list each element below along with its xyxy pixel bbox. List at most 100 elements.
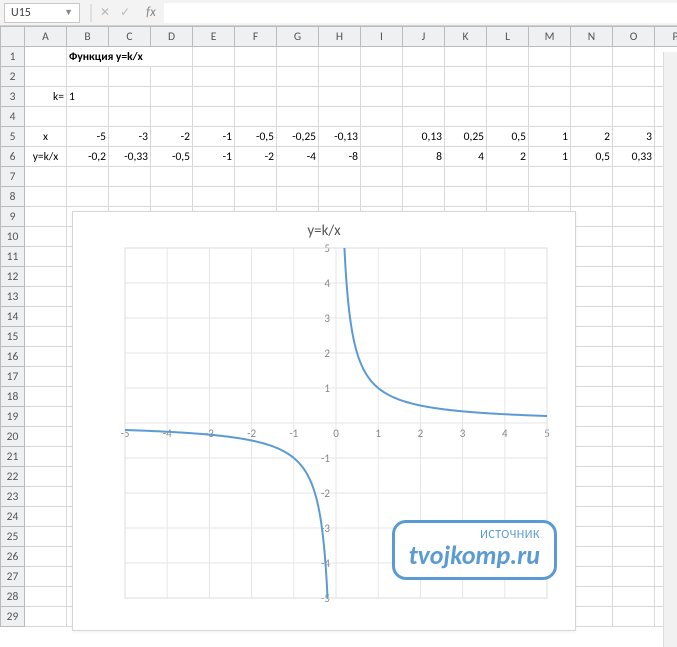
- cell[interactable]: [529, 167, 571, 187]
- cancel-icon[interactable]: ✕: [100, 5, 110, 20]
- cell[interactable]: [277, 87, 319, 107]
- cell[interactable]: [319, 187, 361, 207]
- cell[interactable]: [571, 187, 613, 207]
- cell[interactable]: [25, 247, 67, 267]
- cell[interactable]: [361, 67, 403, 87]
- cell[interactable]: 0,5: [487, 127, 529, 147]
- name-box[interactable]: U15 ▼: [4, 3, 80, 23]
- cell[interactable]: [613, 427, 655, 447]
- cell[interactable]: [25, 447, 67, 467]
- cell[interactable]: [25, 167, 67, 187]
- row-header[interactable]: 23: [1, 487, 25, 507]
- row-header[interactable]: 8: [1, 187, 25, 207]
- row-header[interactable]: 6: [1, 147, 25, 167]
- cell[interactable]: -1: [193, 127, 235, 147]
- row-header[interactable]: 12: [1, 267, 25, 287]
- cell[interactable]: [319, 87, 361, 107]
- cell[interactable]: [613, 407, 655, 427]
- cell[interactable]: [361, 87, 403, 107]
- cell[interactable]: -2: [151, 127, 193, 147]
- cell[interactable]: -1: [193, 147, 235, 167]
- fx-icon[interactable]: fx: [146, 5, 156, 20]
- cell[interactable]: [487, 187, 529, 207]
- col-header[interactable]: B: [67, 27, 109, 47]
- cell[interactable]: [571, 367, 613, 387]
- cell[interactable]: [571, 47, 613, 67]
- cell[interactable]: [571, 107, 613, 127]
- cell[interactable]: [613, 547, 655, 567]
- cell[interactable]: [151, 107, 193, 127]
- cell[interactable]: [487, 87, 529, 107]
- cell[interactable]: [571, 207, 613, 227]
- cell[interactable]: [109, 107, 151, 127]
- row-header[interactable]: 28: [1, 587, 25, 607]
- cell[interactable]: [361, 147, 403, 167]
- cell[interactable]: [67, 107, 109, 127]
- cell[interactable]: [529, 67, 571, 87]
- cell[interactable]: [235, 67, 277, 87]
- cell[interactable]: [25, 207, 67, 227]
- cell[interactable]: [361, 107, 403, 127]
- cell[interactable]: [613, 187, 655, 207]
- cell[interactable]: [25, 567, 67, 587]
- row-header[interactable]: 17: [1, 367, 25, 387]
- cell[interactable]: 3: [613, 127, 655, 147]
- cell[interactable]: [403, 67, 445, 87]
- cell[interactable]: [613, 467, 655, 487]
- cell[interactable]: [571, 87, 613, 107]
- col-header[interactable]: H: [319, 27, 361, 47]
- row-header[interactable]: 4: [1, 107, 25, 127]
- cell[interactable]: [571, 587, 613, 607]
- col-header[interactable]: J: [403, 27, 445, 47]
- cell[interactable]: [571, 407, 613, 427]
- cell[interactable]: [25, 587, 67, 607]
- cell[interactable]: 0,25: [445, 127, 487, 147]
- col-header[interactable]: A: [25, 27, 67, 47]
- cell[interactable]: [235, 87, 277, 107]
- cell[interactable]: [109, 167, 151, 187]
- row-header[interactable]: 25: [1, 527, 25, 547]
- cell[interactable]: [193, 87, 235, 107]
- cell[interactable]: 1: [529, 147, 571, 167]
- cell[interactable]: [571, 427, 613, 447]
- cell[interactable]: [151, 187, 193, 207]
- row-header[interactable]: 19: [1, 407, 25, 427]
- row-header[interactable]: 29: [1, 607, 25, 627]
- cell[interactable]: [571, 247, 613, 267]
- cell[interactable]: [25, 47, 67, 67]
- col-header[interactable]: M: [529, 27, 571, 47]
- cell[interactable]: [109, 87, 151, 107]
- cell[interactable]: [277, 167, 319, 187]
- cell[interactable]: [613, 327, 655, 347]
- worksheet[interactable]: A B C D E F G H I J K L M N O P 1Функция…: [0, 26, 677, 647]
- cell[interactable]: -8: [319, 147, 361, 167]
- cell[interactable]: [319, 47, 361, 67]
- cell[interactable]: y=k/x: [25, 147, 67, 167]
- cell[interactable]: [571, 487, 613, 507]
- row-header[interactable]: 7: [1, 167, 25, 187]
- cell[interactable]: [571, 527, 613, 547]
- row-header[interactable]: 20: [1, 427, 25, 447]
- cell[interactable]: [613, 447, 655, 467]
- cell[interactable]: [403, 47, 445, 67]
- cell[interactable]: 0,5: [571, 147, 613, 167]
- cell[interactable]: [67, 167, 109, 187]
- cell[interactable]: [403, 107, 445, 127]
- cell[interactable]: [571, 67, 613, 87]
- cell[interactable]: Функция y=k/x: [67, 47, 193, 67]
- row-header[interactable]: 18: [1, 387, 25, 407]
- cell[interactable]: 0,33: [613, 147, 655, 167]
- cell[interactable]: [151, 67, 193, 87]
- cell[interactable]: [25, 607, 67, 627]
- confirm-icon[interactable]: ✓: [120, 5, 130, 20]
- cell[interactable]: -0,5: [151, 147, 193, 167]
- cell[interactable]: [571, 167, 613, 187]
- row-header[interactable]: 10: [1, 227, 25, 247]
- cell[interactable]: [613, 307, 655, 327]
- col-header[interactable]: F: [235, 27, 277, 47]
- cell[interactable]: [613, 587, 655, 607]
- cell[interactable]: [193, 107, 235, 127]
- col-header[interactable]: O: [613, 27, 655, 47]
- cell[interactable]: [277, 107, 319, 127]
- cell[interactable]: [613, 87, 655, 107]
